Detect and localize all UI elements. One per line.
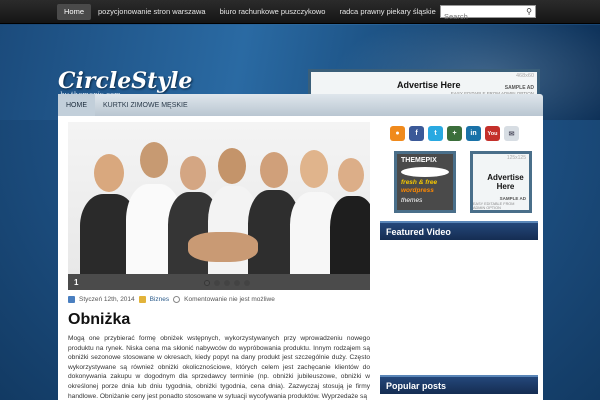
themepix-brand: THEMEPIX [401,157,437,164]
themepix-line3: themes [401,197,423,204]
calendar-icon [68,296,75,303]
post-comments: Komentowanie nie jest możliwe [184,296,275,303]
main-navigation: HOME KURTKI ZIMOWE MĘSKIE [58,94,543,116]
social-icons: ● f t + in You ✉ [390,126,538,141]
image-slider[interactable]: 1 [68,122,370,290]
facebook-icon[interactable]: f [409,126,424,141]
post-category[interactable]: Biznes [150,296,170,303]
post-title[interactable]: Obniżka [68,311,130,329]
linkedin-icon[interactable]: in [466,126,481,141]
rss-icon[interactable]: ● [390,126,405,141]
content-wrapper: 1 Styczeń 12th, 2014 Biznes Komentowanie… [58,116,543,400]
sidebar: ● f t + in You ✉ THEMEPIX fresh & free w… [380,122,538,400]
popular-posts-title: Popular posts [380,375,538,394]
post-meta: Styczeń 12th, 2014 Biznes Komentowanie n… [68,296,275,303]
themepix-line1: fresh & free [401,179,438,186]
youtube-icon[interactable]: You [485,126,500,141]
search-box: ⚲ [440,5,536,22]
topnav-home[interactable]: Home [57,4,92,20]
mainnav-kurtki[interactable]: KURTKI ZIMOWE MĘSKIE [95,94,196,116]
slider-caption: 1 [68,274,370,290]
top-navigation: Home pozycjonowanie stron warszawa biuro… [57,4,443,20]
hands-together [188,232,258,262]
person-figure [338,158,364,192]
folder-icon [138,296,146,303]
ad-size: 468x60 [515,73,534,79]
person-figure [300,150,328,188]
email-icon[interactable]: ✉ [504,126,519,141]
top-bar: Home pozycjonowanie stron warszawa biuro… [0,0,600,24]
post-body: Mogą one przybierać formę obniżek wstępn… [68,335,370,400]
themepix-ad[interactable]: THEMEPIX fresh & free wordpress themes [394,151,456,213]
person-figure [260,152,288,188]
person-figure [330,196,370,274]
ad-size: 125x125 [506,155,526,161]
google-plus-icon[interactable]: + [447,126,462,141]
person-figure [180,156,206,190]
post-date: Styczeń 12th, 2014 [79,296,135,303]
topnav-pozycjonowanie[interactable]: pozycjonowanie stron warszawa [91,4,213,20]
person-figure [218,148,246,184]
person-figure [140,142,168,178]
topnav-biuro[interactable]: biuro rachunkowe puszczykowo [213,4,333,20]
ad-title: Advertise Here [487,173,524,191]
ad-edit-note: EASY EDITABLE FROM ADMIN OPTION [473,202,515,210]
twitter-icon[interactable]: t [428,126,443,141]
sidebar-ad-125[interactable]: 125x125 Advertise Here SAMPLE AD EASY ED… [470,151,532,213]
themepix-line2: wordpress [401,187,434,194]
search-icon[interactable]: ⚲ [526,7,532,16]
ad-sample: SAMPLE AD [499,196,526,201]
person-figure [94,154,124,192]
featured-video-title: Featured Video [380,221,538,240]
comment-icon [173,296,181,303]
mainnav-home[interactable]: HOME [58,94,95,116]
wordpress-icon [401,167,449,177]
topnav-radca[interactable]: radca prawny piekary śląskie [332,4,442,20]
search-input[interactable] [441,11,521,22]
slide-number: 1 [74,278,79,287]
ad-title: Advertise Here [397,80,461,90]
